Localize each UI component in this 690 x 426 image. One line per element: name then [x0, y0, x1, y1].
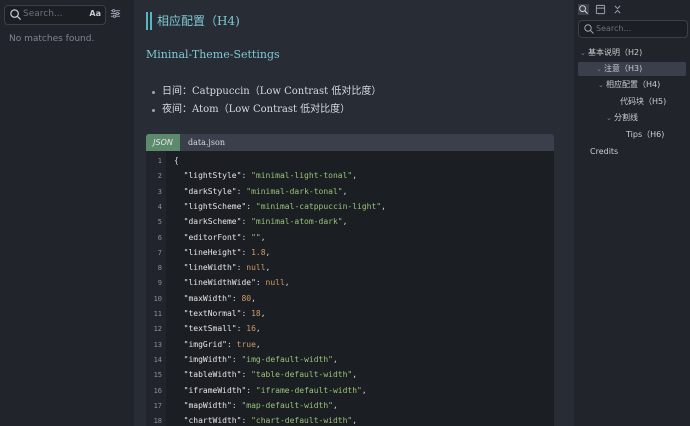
code-line: "lineWidthWide": null,: [183, 278, 290, 288]
line-number: 1: [157, 157, 162, 165]
bullet-list: 日间：Catppuccin（Low Contrast 低对比度） 夜间：Atom…: [152, 83, 381, 119]
search-placeholder: Search...: [23, 9, 63, 19]
line-number: 7: [157, 248, 162, 257]
line-number: 5: [157, 218, 162, 227]
code-line: "darkScheme": "minimal-atom-dark",: [183, 217, 348, 227]
line-number: 10: [153, 294, 162, 303]
outline-pane: Search... ⌄ 基本说明（H2) ⌄ 注意（H3) ⌄ 相应配置（H4) 代码块（H…: [574, 0, 690, 426]
code-line: "darkStyle": "minimal-dark-tonal",: [183, 186, 348, 196]
outline-item-label: Tips（H6): [626, 130, 665, 139]
chevron-down-icon[interactable]: ⌄: [596, 62, 604, 76]
line-number: 17: [153, 401, 162, 410]
language-tab[interactable]: JSON: [146, 134, 180, 151]
code-line: "textSmall": 16,: [183, 324, 261, 334]
code-line: "editorFont": "",: [183, 232, 266, 242]
line-number: 9: [157, 279, 162, 288]
line-number: 13: [153, 340, 162, 349]
search-icon: [584, 24, 594, 34]
line-number: 6: [157, 233, 162, 242]
code-line: "mapWidth": "map-default-width",: [183, 400, 338, 410]
code-block[interactable]: JSON data.json 1 {2 "lightStyle": "minima…: [146, 134, 554, 426]
outline-item[interactable]: 代码块（H5): [620, 95, 666, 109]
line-number: 15: [153, 371, 162, 380]
line-number: 4: [157, 202, 162, 211]
outline-item[interactable]: ⌄ 相应配置（H4): [598, 78, 660, 92]
code-line: "maxWidth": 80,: [183, 293, 256, 303]
code-line: "lightScheme": "minimal-catppuccin-light…: [183, 201, 386, 211]
outline-item-label: 代码块（H5): [620, 97, 667, 106]
outline-item[interactable]: ⌄ 注意（H3): [596, 62, 642, 76]
outline-item-label: 基本说明（H2): [588, 48, 643, 57]
outline-item[interactable]: ⌄ 分割线: [606, 111, 638, 125]
line-number: 12: [153, 325, 162, 334]
code-line: "lineWidth": null,: [183, 263, 271, 273]
collapse-panel-icon[interactable]: [595, 4, 606, 15]
outline-search-input[interactable]: Search...: [578, 20, 688, 38]
expand-collapse-icon[interactable]: [612, 4, 623, 15]
heading-h4: 相应配置（H4): [146, 12, 240, 30]
line-number: 11: [153, 310, 162, 318]
search-pane: Search... Aa No matches found.: [0, 0, 134, 426]
outline-item[interactable]: Credits: [590, 145, 618, 159]
code-line: "imgGrid": true,: [183, 339, 261, 349]
code-line: "lightStyle": "minimal-light-tonal",: [183, 171, 358, 181]
code-line: "iframeWidth": "iframe-default-width",: [183, 385, 367, 395]
list-item: 日间：Catppuccin（Low Contrast 低对比度）: [152, 83, 381, 101]
code-line: "chartWidth": "chart-default-width",: [183, 416, 358, 426]
filter-settings-icon[interactable]: [110, 8, 121, 19]
code-tab-bar: JSON data.json: [146, 134, 554, 151]
chevron-down-icon[interactable]: ⌄: [598, 78, 606, 92]
code-line: "tableWidth": "table-default-width",: [183, 370, 358, 380]
outline-search-placeholder: Search...: [596, 24, 632, 33]
line-number: 14: [153, 355, 162, 364]
heading-marker: [150, 12, 152, 30]
code-line: "imgWidth": "img-default-width",: [183, 354, 338, 364]
line-number: 3: [157, 187, 162, 196]
line-number: 16: [153, 386, 162, 395]
heading-h4-text: 相应配置（H4): [157, 14, 240, 28]
no-matches-text: No matches found.: [9, 34, 95, 44]
code-line: "lineHeight": 1.8,: [183, 247, 271, 257]
outline-item-label: 相应配置（H4): [606, 80, 661, 89]
outline-item-label: 注意（H3): [604, 64, 643, 73]
filename-tab[interactable]: data.json: [188, 134, 225, 151]
chevron-down-icon[interactable]: ⌄: [580, 46, 588, 60]
outline-item-label: 分割线: [614, 113, 638, 122]
line-number: 2: [157, 172, 162, 181]
match-case-toggle[interactable]: Aa: [89, 9, 101, 18]
search-icon[interactable]: [578, 4, 589, 15]
editor[interactable]: 相应配置（H4) Mininal-Theme-Settings 日间：Catpp…: [134, 0, 574, 426]
code-line: "textNormal": 18,: [183, 309, 266, 318]
code-line: {: [174, 156, 179, 165]
search-icon: [10, 9, 22, 21]
list-item: 夜间：Atom（Low Contrast 低对比度）: [152, 101, 381, 119]
search-input[interactable]: Search... Aa: [4, 5, 106, 25]
outline-item[interactable]: Tips（H6): [626, 128, 664, 142]
heading-h5: Mininal-Theme-Settings: [146, 48, 280, 61]
line-number: 8: [157, 264, 162, 273]
line-number: 18: [153, 417, 162, 426]
chevron-down-icon[interactable]: ⌄: [606, 111, 614, 125]
outline-item-label: Credits: [590, 147, 619, 156]
outline-item[interactable]: ⌄ 基本说明（H2): [580, 46, 642, 60]
